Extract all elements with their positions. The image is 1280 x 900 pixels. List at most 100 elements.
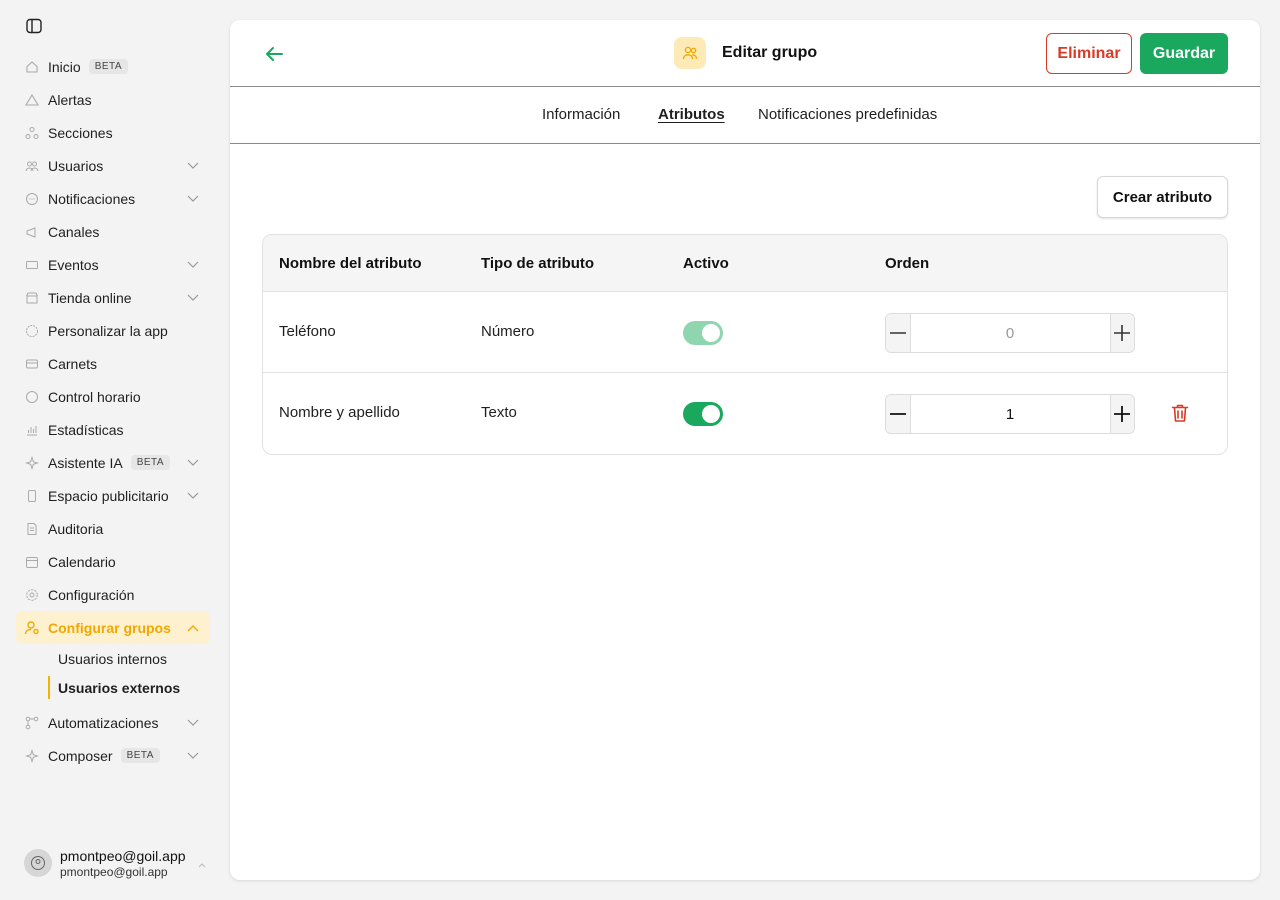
minus-icon: [889, 413, 906, 415]
audit-icon: [24, 521, 40, 537]
sidebar-item-auditoria[interactable]: Auditoria: [16, 512, 210, 545]
delete-button[interactable]: Eliminar: [1046, 33, 1132, 74]
sidebar-item-label: Configuración: [48, 586, 135, 603]
sparkle-icon: [24, 455, 40, 471]
decrement-button[interactable]: [886, 395, 910, 433]
page-title-wrap: Editar grupo: [674, 37, 817, 69]
sidebar-item-label: Eventos: [48, 256, 99, 273]
sidebar-item-automatizaciones[interactable]: Automatizaciones: [16, 706, 210, 739]
sidebar-item-composer[interactable]: Composer BETA: [16, 739, 210, 772]
table-row: Nombre y apellido Texto: [263, 373, 1227, 454]
group-icon: [674, 37, 706, 69]
user-menu[interactable]: pmontpeo@goil.app pmontpeo@goil.app: [24, 843, 214, 883]
sidebar-item-estadisticas[interactable]: Estadísticas: [16, 413, 210, 446]
chevron-up-icon: [186, 621, 200, 635]
attribute-type: Número: [481, 323, 535, 340]
order-input[interactable]: [909, 395, 1111, 433]
sidebar-item-carnets[interactable]: Carnets: [16, 347, 210, 380]
sidebar-item-label: Calendario: [48, 553, 116, 570]
chat-icon: [24, 191, 40, 207]
avatar: [24, 849, 52, 877]
sidebar-item-inicio[interactable]: Inicio BETA: [16, 50, 210, 83]
table-row: Teléfono Número: [263, 292, 1227, 373]
sidebar-item-personalizar-app[interactable]: Personalizar la app: [16, 314, 210, 347]
store-icon: [24, 290, 40, 306]
megaphone-icon: [24, 224, 40, 240]
sidebar-item-asistente-ia[interactable]: Asistente IA BETA: [16, 446, 210, 479]
sidebar-item-secciones[interactable]: Secciones: [16, 116, 210, 149]
column-header-active: Activo: [683, 255, 729, 272]
chevron-up-icon: [198, 855, 206, 873]
active-toggle[interactable]: [683, 321, 723, 345]
active-toggle[interactable]: [683, 402, 723, 426]
sidebar-item-label: Automatizaciones: [48, 714, 159, 731]
sidebar-item-control-horario[interactable]: Control horario: [16, 380, 210, 413]
create-attribute-button[interactable]: Crear atributo: [1097, 176, 1228, 218]
sidebar-nav: Inicio BETA Alertas Secciones Usuarios N…: [16, 50, 210, 772]
order-input[interactable]: [909, 314, 1111, 352]
sidebar-item-label: Configurar grupos: [48, 619, 171, 636]
sidebar-item-tienda-online[interactable]: Tienda online: [16, 281, 210, 314]
trash-icon[interactable]: [1169, 402, 1191, 424]
sidebar-item-label: Inicio: [48, 58, 81, 75]
sidebar-subitem-usuarios-externos[interactable]: Usuarios externos: [48, 673, 210, 702]
chevron-down-icon: [186, 489, 200, 503]
main-panel: Editar grupo Eliminar Guardar Informació…: [230, 20, 1260, 880]
tab-notificaciones-predefinidas[interactable]: Notificaciones predefinidas: [758, 106, 937, 123]
sidebar-item-label: Notificaciones: [48, 190, 136, 207]
sidebar-item-calendario[interactable]: Calendario: [16, 545, 210, 578]
attributes-table: Nombre del atributo Tipo de atributo Act…: [262, 234, 1228, 455]
sidebar-item-espacio-publicitario[interactable]: Espacio publicitario: [16, 479, 210, 512]
user-email: pmontpeo@goil.app: [60, 864, 168, 879]
sidebar-item-label: Estadísticas: [48, 421, 124, 438]
sidebar-item-label: Canales: [48, 223, 100, 240]
panel-header: Editar grupo Eliminar Guardar: [230, 20, 1260, 87]
increment-button[interactable]: [1110, 314, 1134, 352]
chevron-down-icon: [186, 291, 200, 305]
column-header-order: Orden: [885, 255, 930, 272]
sidebar-item-eventos[interactable]: Eventos: [16, 248, 210, 281]
back-arrow-icon[interactable]: [262, 42, 286, 66]
sidebar-item-usuarios[interactable]: Usuarios: [16, 149, 210, 182]
chevron-down-icon: [186, 192, 200, 206]
group-settings-icon: [24, 620, 40, 636]
sidebar-subitem-usuarios-internos[interactable]: Usuarios internos: [48, 644, 210, 673]
plus-icon: [1114, 325, 1131, 341]
chevron-down-icon: [186, 716, 200, 730]
sidebar-item-canales[interactable]: Canales: [16, 215, 210, 248]
sidebar-item-label: Asistente IA: [48, 454, 123, 471]
sidebar-item-notificaciones[interactable]: Notificaciones: [16, 182, 210, 215]
sparkle-icon: [24, 748, 40, 764]
plus-icon: [1114, 406, 1131, 422]
attribute-name: Nombre y apellido: [279, 404, 400, 421]
column-header-name: Nombre del atributo: [279, 255, 422, 272]
configurar-grupos-submenu: Usuarios internos Usuarios externos: [48, 644, 210, 702]
decrement-button[interactable]: [886, 314, 910, 352]
sidebar-item-label: Usuarios: [48, 157, 104, 174]
sidebar-item-configurar-grupos[interactable]: Configurar grupos: [16, 611, 210, 644]
sidebar-item-configuracion[interactable]: Configuración: [16, 578, 210, 611]
save-button[interactable]: Guardar: [1140, 33, 1228, 74]
chevron-down-icon: [186, 159, 200, 173]
sidebar-item-label: Composer: [48, 747, 113, 764]
order-stepper: [885, 394, 1135, 434]
sidebar: Inicio BETA Alertas Secciones Usuarios N…: [0, 0, 222, 900]
clock-icon: [24, 389, 40, 405]
tab-informacion[interactable]: Información: [542, 106, 620, 123]
sidebar-item-alertas[interactable]: Alertas: [16, 83, 210, 116]
attribute-type: Texto: [481, 404, 517, 421]
palette-icon: [24, 323, 40, 339]
calendar-icon: [24, 554, 40, 570]
sidebar-toggle-icon[interactable]: [24, 16, 44, 36]
sidebar-item-label: Espacio publicitario: [48, 487, 169, 504]
alert-icon: [24, 92, 40, 108]
phone-icon: [24, 488, 40, 504]
sidebar-item-label: Alertas: [48, 91, 92, 108]
increment-button[interactable]: [1110, 395, 1134, 433]
sidebar-item-label: Secciones: [48, 124, 113, 141]
sidebar-item-label: Control horario: [48, 388, 141, 405]
chevron-down-icon: [186, 749, 200, 763]
gear-icon: [24, 587, 40, 603]
column-header-type: Tipo de atributo: [481, 255, 595, 272]
tab-atributos[interactable]: Atributos: [658, 106, 725, 123]
